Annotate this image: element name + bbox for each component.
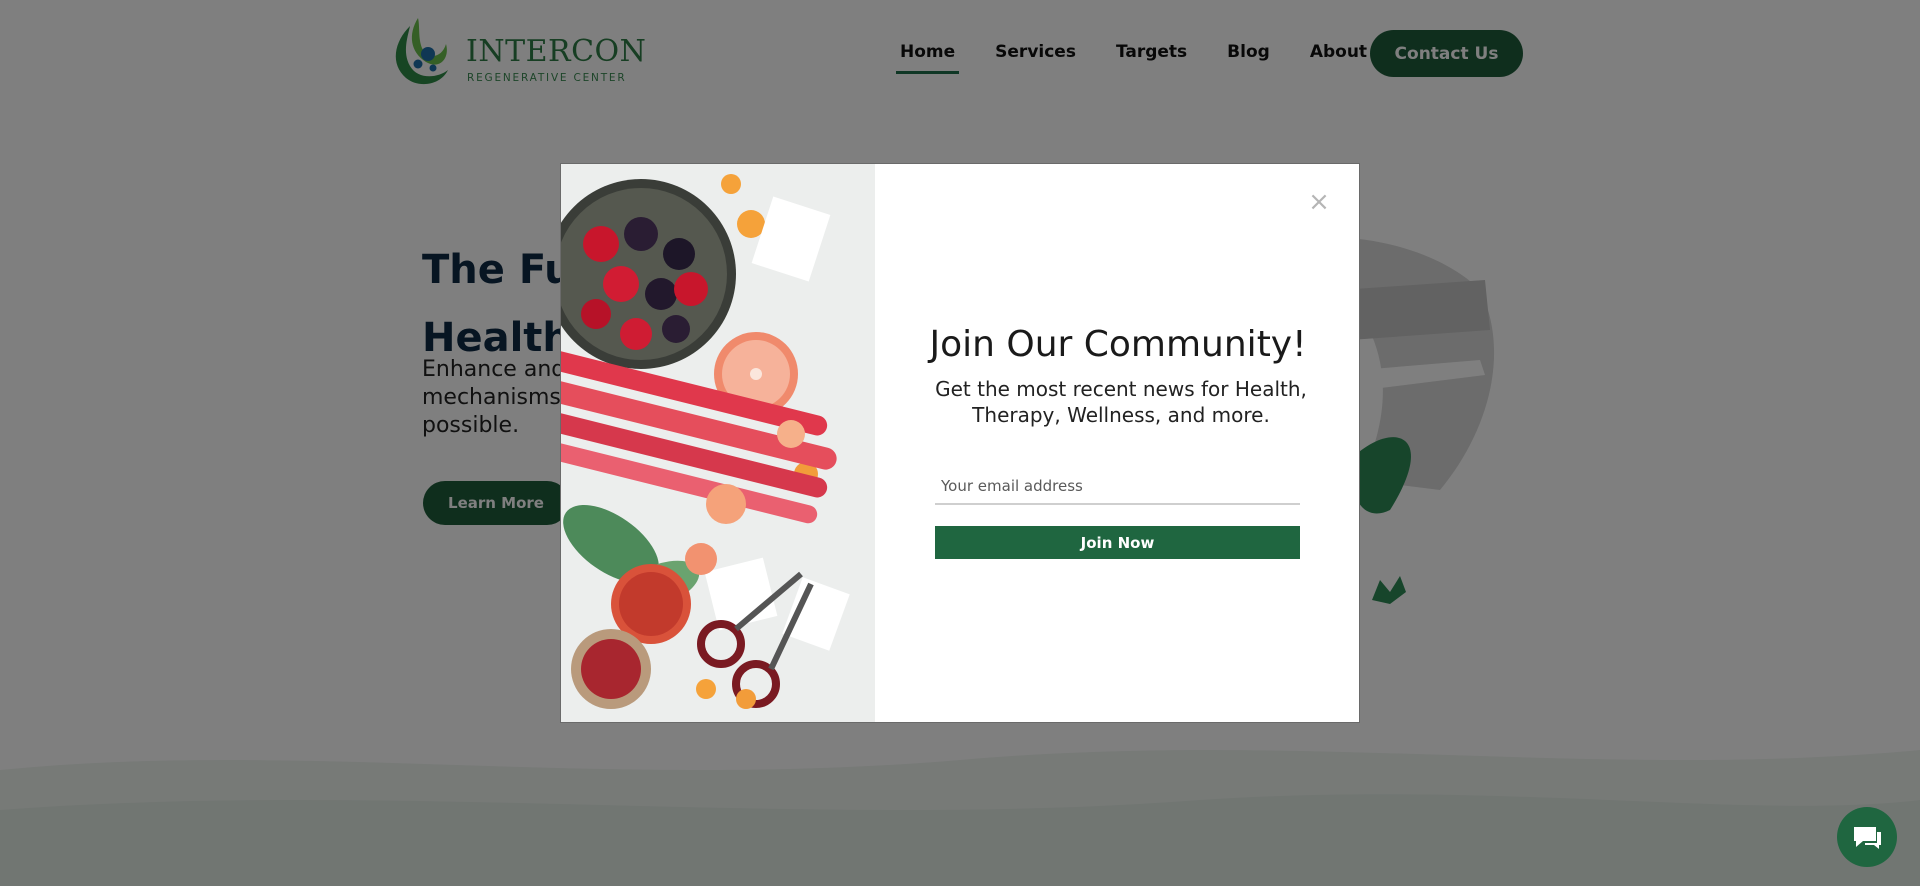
chat-widget-button[interactable] [1837, 807, 1897, 867]
join-now-button[interactable]: Join Now [935, 526, 1300, 559]
email-field[interactable] [935, 469, 1300, 505]
close-icon: × [1308, 187, 1330, 217]
food-photo-illustration [561, 164, 875, 722]
close-button[interactable]: × [1305, 188, 1333, 216]
modal-food-image [561, 164, 875, 722]
chat-icon [1854, 827, 1881, 849]
newsletter-modal: × Join Our Community! Get the most recen… [560, 163, 1360, 723]
modal-title: Join Our Community! [929, 324, 1307, 365]
modal-subtitle: Get the most recent news for Health, The… [935, 377, 1307, 427]
